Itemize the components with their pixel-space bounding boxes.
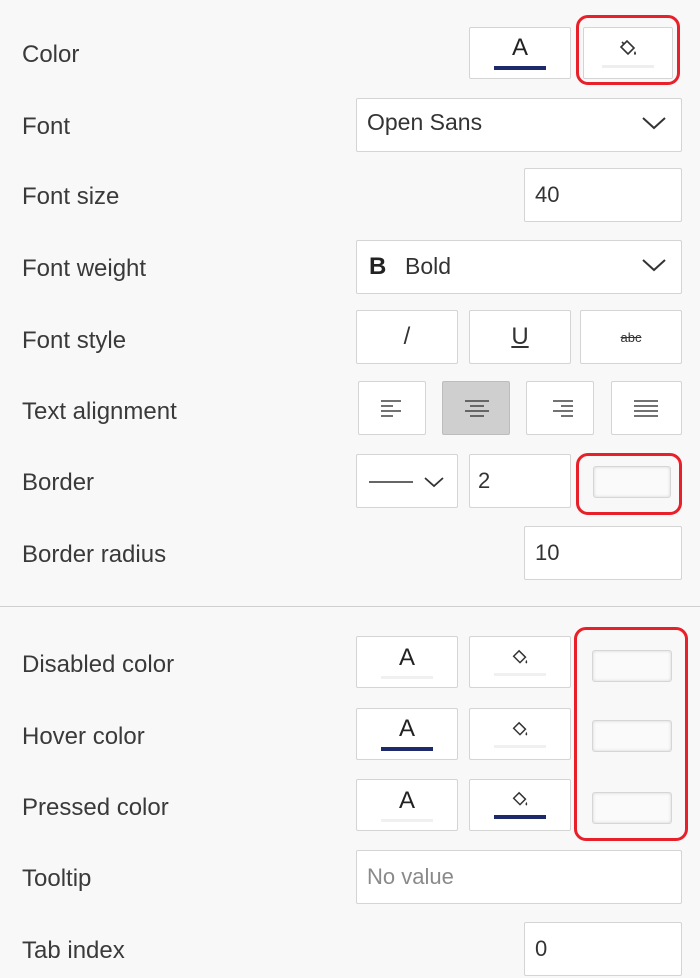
italic-icon: / — [403, 323, 411, 350]
align-justify-button[interactable] — [611, 381, 682, 435]
font-color-icon: A — [398, 786, 415, 814]
disabled-fill-color-button[interactable] — [469, 636, 571, 688]
italic-button[interactable]: / — [356, 310, 458, 364]
font-label: Font — [22, 113, 71, 140]
strikethrough-icon: abc — [620, 329, 642, 345]
fill-color-bar — [494, 672, 546, 676]
chevron-down-icon — [642, 117, 666, 130]
font-weight-label: Font weight — [22, 255, 147, 282]
tooltip-label: Tooltip — [22, 865, 92, 892]
underline-icon: U — [511, 323, 529, 350]
font-style-label: Font style — [22, 327, 127, 354]
font-color-icon: A — [398, 715, 415, 742]
border-style-select[interactable] — [356, 454, 458, 508]
align-center-button[interactable] — [442, 381, 510, 435]
tab-index-input[interactable]: 0 — [524, 922, 682, 976]
border-radius-input[interactable]: 10 — [524, 526, 682, 580]
border-width-value: 2 — [478, 468, 491, 493]
paint-bucket-icon — [512, 721, 528, 736]
font-size-input[interactable]: 40 — [524, 168, 682, 222]
pressed-color-label: Pressed color — [22, 794, 169, 821]
highlight-annotation — [576, 453, 682, 515]
chevron-down-icon — [642, 259, 666, 272]
border-width-input[interactable]: 2 — [469, 454, 571, 508]
tab-index-value: 0 — [535, 936, 548, 961]
hover-fill-color-button[interactable] — [469, 708, 571, 760]
fill-color-bar — [494, 815, 546, 819]
tooltip-input[interactable]: No value — [356, 850, 682, 904]
font-color-bar — [381, 747, 433, 751]
align-center-icon — [465, 400, 489, 417]
highlight-annotation — [576, 15, 680, 85]
hover-font-color-button[interactable]: A — [356, 708, 458, 760]
font-size-value: 40 — [535, 182, 560, 207]
font-size-label: Font size — [22, 183, 120, 210]
border-radius-value: 10 — [535, 540, 560, 565]
font-weight-value: Bold — [405, 253, 452, 279]
font-color-icon: A — [511, 34, 528, 61]
tab-index-label: Tab index — [22, 937, 125, 964]
hover-color-label: Hover color — [22, 723, 145, 750]
font-color-button[interactable]: A — [469, 27, 571, 79]
text-alignment-label: Text alignment — [22, 398, 177, 425]
font-select-value: Open Sans — [367, 109, 483, 135]
border-label: Border — [22, 469, 95, 496]
bold-icon: B — [369, 253, 387, 280]
section-divider — [0, 606, 700, 607]
disabled-font-color-button[interactable]: A — [356, 636, 458, 688]
underline-button[interactable]: U — [469, 310, 571, 364]
pressed-fill-color-button[interactable] — [469, 779, 571, 831]
paint-bucket-icon — [512, 791, 528, 806]
color-label: Color — [22, 41, 80, 68]
font-color-bar — [381, 675, 433, 679]
highlight-annotation — [574, 627, 688, 841]
align-left-button[interactable] — [358, 381, 426, 435]
align-right-icon — [553, 400, 573, 417]
align-right-button[interactable] — [526, 381, 594, 435]
fill-color-bar — [494, 744, 546, 748]
align-justify-icon — [634, 400, 658, 417]
disabled-color-label: Disabled color — [22, 651, 175, 678]
font-color-icon: A — [398, 643, 415, 671]
font-color-bar — [494, 66, 546, 70]
font-weight-select[interactable]: B Bold — [356, 240, 682, 294]
align-left-icon — [381, 400, 401, 417]
strikethrough-button[interactable]: abc — [580, 310, 682, 364]
border-radius-label: Border radius — [22, 541, 167, 568]
pressed-font-color-button[interactable]: A — [356, 779, 458, 831]
tooltip-placeholder: No value — [367, 864, 454, 889]
font-select[interactable]: Open Sans — [356, 98, 682, 152]
font-color-bar — [381, 818, 433, 822]
line-style-icon — [369, 477, 444, 488]
paint-bucket-icon — [512, 649, 528, 664]
